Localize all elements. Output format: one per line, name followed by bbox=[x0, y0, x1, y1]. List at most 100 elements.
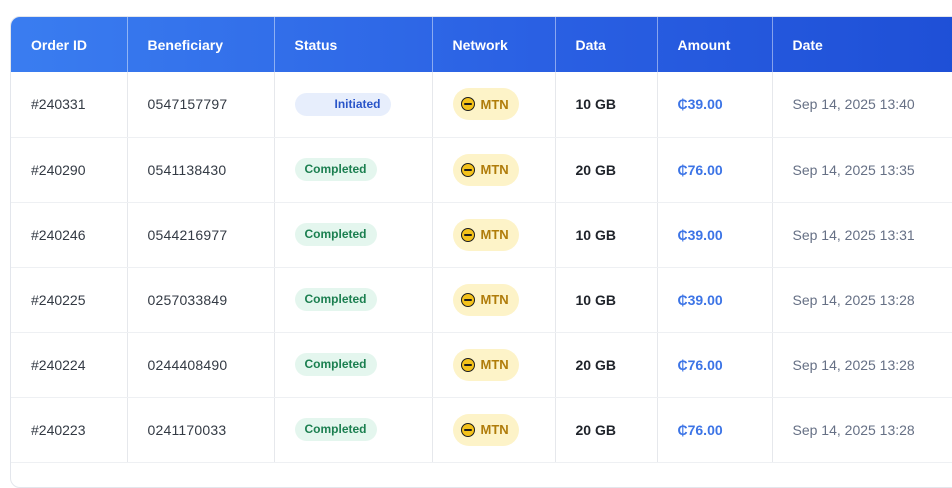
orders-table-container: Order ID Beneficiary Status Network Data… bbox=[10, 16, 952, 488]
beneficiary-cell: 0544216977 bbox=[127, 202, 275, 268]
amount-value: ₵39.00 bbox=[677, 226, 723, 243]
order-date: Sep 14, 2025 13:28 bbox=[792, 421, 915, 438]
status-badge: Completed bbox=[294, 418, 377, 441]
data-cell: 20 GB bbox=[555, 137, 658, 203]
data-cell: 20 GB bbox=[555, 332, 658, 398]
mtn-logo-icon bbox=[460, 357, 475, 372]
data-volume: 10 GB bbox=[575, 226, 616, 243]
amount-cell: ₵39.00 bbox=[657, 202, 773, 268]
status-cell: Completed bbox=[274, 267, 433, 333]
header-amount[interactable]: Amount bbox=[657, 17, 773, 72]
network-badge: MTN bbox=[452, 283, 519, 316]
beneficiary-cell: 0541138430 bbox=[127, 137, 275, 203]
date-cell: Sep 14, 2025 13:28 bbox=[772, 267, 952, 333]
header-order-id[interactable]: Order ID bbox=[11, 17, 128, 72]
table-row[interactable]: #240331 0547157797 Initiated MTN 10 GB ₵39.00… bbox=[11, 72, 952, 138]
order-date: Sep 14, 2025 13:35 bbox=[792, 161, 915, 178]
amount-value: ₵76.00 bbox=[677, 161, 723, 178]
date-cell: Sep 14, 2025 13:28 bbox=[772, 397, 952, 463]
header-status[interactable]: Status bbox=[274, 17, 433, 72]
network-cell: MTN bbox=[432, 137, 556, 203]
order-id-cell: #240246 bbox=[11, 202, 128, 268]
beneficiary-number: 0244408490 bbox=[147, 356, 228, 373]
beneficiary-number: 0544216977 bbox=[147, 226, 228, 243]
order-id[interactable]: #240223 bbox=[31, 422, 86, 438]
data-cell: 10 GB bbox=[555, 202, 658, 268]
table-row[interactable]: #240290 0541138430 Completed MTN 20 GB ₵76.00… bbox=[11, 137, 952, 203]
data-volume: 10 GB bbox=[575, 291, 616, 308]
mtn-logo-icon bbox=[460, 422, 475, 437]
beneficiary-cell: 0547157797 bbox=[127, 72, 275, 138]
data-volume: 10 GB bbox=[575, 96, 616, 113]
amount-cell: ₵76.00 bbox=[657, 332, 773, 398]
amount-value: ₵39.00 bbox=[677, 291, 723, 308]
beneficiary-number: 0241170033 bbox=[147, 421, 227, 438]
network-label: MTN bbox=[480, 96, 509, 112]
data-cell: 10 GB bbox=[555, 267, 658, 333]
beneficiary-cell: 0241170033 bbox=[127, 397, 275, 463]
status-badge: Completed bbox=[294, 223, 377, 246]
network-badge: MTN bbox=[452, 348, 519, 381]
amount-cell: ₵39.00 bbox=[657, 267, 773, 333]
network-badge: MTN bbox=[452, 153, 519, 186]
order-id-cell: #240223 bbox=[11, 397, 128, 463]
order-id-cell: #240225 bbox=[11, 267, 128, 333]
data-volume: 20 GB bbox=[575, 161, 616, 178]
status-cell: Initiated bbox=[274, 72, 433, 138]
order-id[interactable]: #240246 bbox=[31, 227, 86, 243]
network-label: MTN bbox=[480, 227, 509, 242]
header-date[interactable]: Date bbox=[772, 17, 952, 72]
network-label: MTN bbox=[480, 162, 509, 177]
status-badge: Completed bbox=[294, 288, 377, 311]
order-id[interactable]: #240331 bbox=[31, 96, 86, 112]
table-row[interactable]: #240225 0257033849 Completed MTN 10 GB ₵39.00… bbox=[11, 267, 952, 333]
header-data[interactable]: Data bbox=[555, 17, 658, 72]
network-cell: MTN bbox=[432, 202, 556, 268]
network-label: MTN bbox=[480, 422, 509, 437]
mtn-logo-icon bbox=[460, 162, 475, 177]
table-row[interactable]: #240246 0544216977 Completed MTN 10 GB ₵39.00… bbox=[11, 202, 952, 268]
status-cell: Completed bbox=[274, 137, 433, 203]
table-row[interactable]: #240223 0241170033 Completed MTN 20 GB ₵76.00… bbox=[11, 397, 952, 463]
beneficiary-cell: 0244408490 bbox=[127, 332, 275, 398]
header-beneficiary[interactable]: Beneficiary bbox=[127, 17, 275, 72]
amount-cell: ₵76.00 bbox=[657, 397, 773, 463]
orders-table: Order ID Beneficiary Status Network Data… bbox=[11, 17, 952, 463]
network-cell: MTN bbox=[432, 72, 556, 138]
network-cell: MTN bbox=[432, 267, 556, 333]
network-badge: MTN bbox=[452, 218, 519, 251]
table-row[interactable]: #240224 0244408490 Completed MTN 20 GB ₵76.00… bbox=[11, 332, 952, 398]
data-cell: 10 GB bbox=[555, 72, 658, 138]
mtn-logo-icon bbox=[460, 97, 475, 112]
header-network[interactable]: Network bbox=[432, 17, 556, 72]
order-date: Sep 14, 2025 13:31 bbox=[792, 226, 915, 243]
order-id[interactable]: #240224 bbox=[31, 357, 86, 373]
status-badge: Initiated bbox=[294, 92, 391, 116]
network-cell: MTN bbox=[432, 397, 556, 463]
mtn-logo-icon bbox=[460, 292, 475, 307]
order-date: Sep 14, 2025 13:28 bbox=[792, 291, 915, 308]
order-date: Sep 14, 2025 13:28 bbox=[792, 356, 915, 373]
network-cell: MTN bbox=[432, 332, 556, 398]
date-cell: Sep 14, 2025 13:35 bbox=[772, 137, 952, 203]
data-volume: 20 GB bbox=[575, 356, 616, 373]
amount-cell: ₵39.00 bbox=[657, 72, 773, 138]
amount-value: ₵39.00 bbox=[677, 96, 723, 113]
beneficiary-cell: 0257033849 bbox=[127, 267, 275, 333]
beneficiary-number: 0257033849 bbox=[147, 291, 228, 308]
order-date: Sep 14, 2025 13:40 bbox=[792, 96, 915, 113]
status-badge: Completed bbox=[294, 353, 377, 376]
table-header-row: Order ID Beneficiary Status Network Data… bbox=[11, 17, 952, 72]
data-volume: 20 GB bbox=[575, 421, 616, 438]
status-badge: Completed bbox=[294, 158, 377, 181]
status-cell: Completed bbox=[274, 332, 433, 398]
mtn-logo-icon bbox=[460, 227, 475, 242]
network-label: MTN bbox=[480, 292, 509, 307]
order-id[interactable]: #240225 bbox=[31, 292, 86, 308]
data-cell: 20 GB bbox=[555, 397, 658, 463]
network-label: MTN bbox=[480, 357, 509, 372]
beneficiary-number: 0541138430 bbox=[147, 161, 227, 178]
order-id[interactable]: #240290 bbox=[31, 162, 86, 178]
order-id-cell: #240331 bbox=[11, 72, 128, 138]
order-id-cell: #240290 bbox=[11, 137, 128, 203]
